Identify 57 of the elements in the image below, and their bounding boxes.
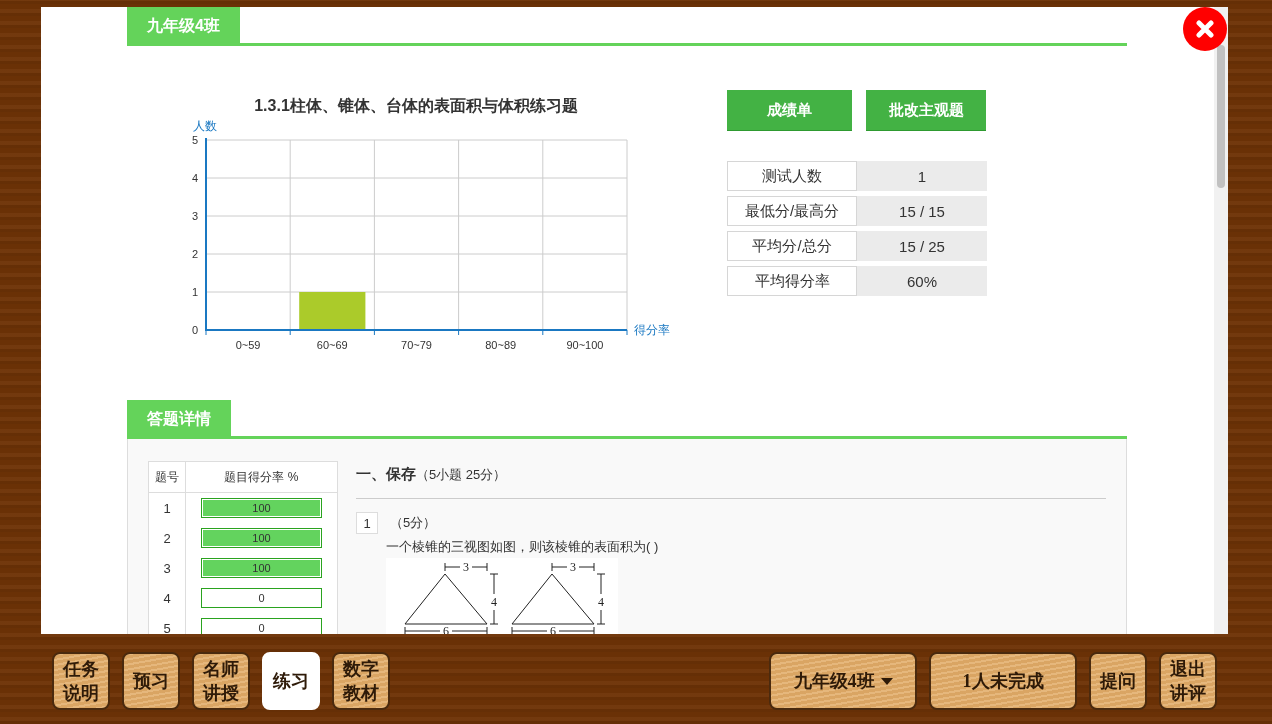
- tick-label: 5: [191, 134, 198, 146]
- stat-value: 15 / 25: [857, 231, 987, 261]
- question-text: 一个棱锥的三视图如图，则该棱锥的表面积为( ): [386, 538, 660, 556]
- question-number: 2: [148, 523, 186, 553]
- question-number: 3: [148, 553, 186, 583]
- stat-value: 1: [857, 161, 987, 191]
- bar: [299, 292, 366, 330]
- dimension-label: 3: [463, 560, 469, 574]
- score-rate: 100: [251, 501, 272, 516]
- toolbar-button[interactable]: 名师 讲授: [192, 652, 250, 710]
- question-score: （5分）: [390, 514, 437, 532]
- score-rate: 100: [251, 531, 272, 546]
- score-rate: 0: [257, 591, 266, 606]
- tick-label: 3: [191, 210, 198, 222]
- tick-label: 2: [191, 248, 198, 260]
- axis-title: 人数: [193, 119, 217, 133]
- caret-icon: [880, 677, 893, 685]
- toolbar-button[interactable]: 退出 讲评: [1159, 652, 1217, 710]
- chart-title: 1.3.1柱体、锥体、台体的表面积与体积练习题: [254, 97, 578, 114]
- stat-value: 60%: [857, 266, 987, 296]
- stat-label: 最低分/最高分: [727, 196, 857, 226]
- tick-label: 70~79: [401, 339, 432, 351]
- toolbar-button[interactable]: 数字 教材: [332, 652, 390, 710]
- tick-label: 4: [191, 172, 198, 184]
- axis-title: 得分率: [634, 323, 670, 337]
- tick-label: 0: [191, 324, 198, 336]
- toolbar-button[interactable]: 练习: [262, 652, 320, 710]
- score-rate: 100: [251, 561, 272, 576]
- tick-label: 60~69: [316, 339, 348, 351]
- tick-label: 1: [191, 286, 198, 298]
- close-icon: [1196, 20, 1214, 38]
- toolbar-button[interactable]: 提问: [1089, 652, 1147, 710]
- tick-label: 90~100: [566, 339, 604, 351]
- tick-label: 0~59: [235, 339, 261, 351]
- stat-label: 平均分/总分: [727, 231, 857, 261]
- stat-label: 测试人数: [727, 161, 857, 191]
- toolbar-button[interactable]: 预习: [122, 652, 180, 710]
- dimension-label: 4: [598, 595, 604, 609]
- toolbar-button[interactable]: 任务 说明: [52, 652, 110, 710]
- class-dropdown[interactable]: 九年级4班: [769, 652, 917, 710]
- question-number: 1: [148, 492, 186, 523]
- column-header: 题号: [148, 461, 186, 493]
- question-number: 5: [148, 613, 186, 634]
- dimension-label: 4: [491, 595, 497, 609]
- scrollbar-thumb[interactable]: [1217, 45, 1225, 188]
- stat-value: 15 / 15: [857, 196, 987, 226]
- dimension-label: 3: [570, 560, 576, 574]
- stat-label: 平均得分率: [727, 266, 857, 296]
- status-button[interactable]: 1人未完成: [929, 652, 1077, 710]
- section-summary: （5小题 25分）: [416, 466, 507, 484]
- section-title: 一、保存: [356, 465, 416, 484]
- question-number: 4: [148, 583, 186, 613]
- column-header: 题目得分率 %: [185, 461, 338, 493]
- score-rate: 0: [257, 621, 266, 634]
- scrollbar[interactable]: [1214, 7, 1228, 634]
- tick-label: 80~89: [485, 339, 517, 351]
- question-number-badge: 1: [356, 512, 378, 534]
